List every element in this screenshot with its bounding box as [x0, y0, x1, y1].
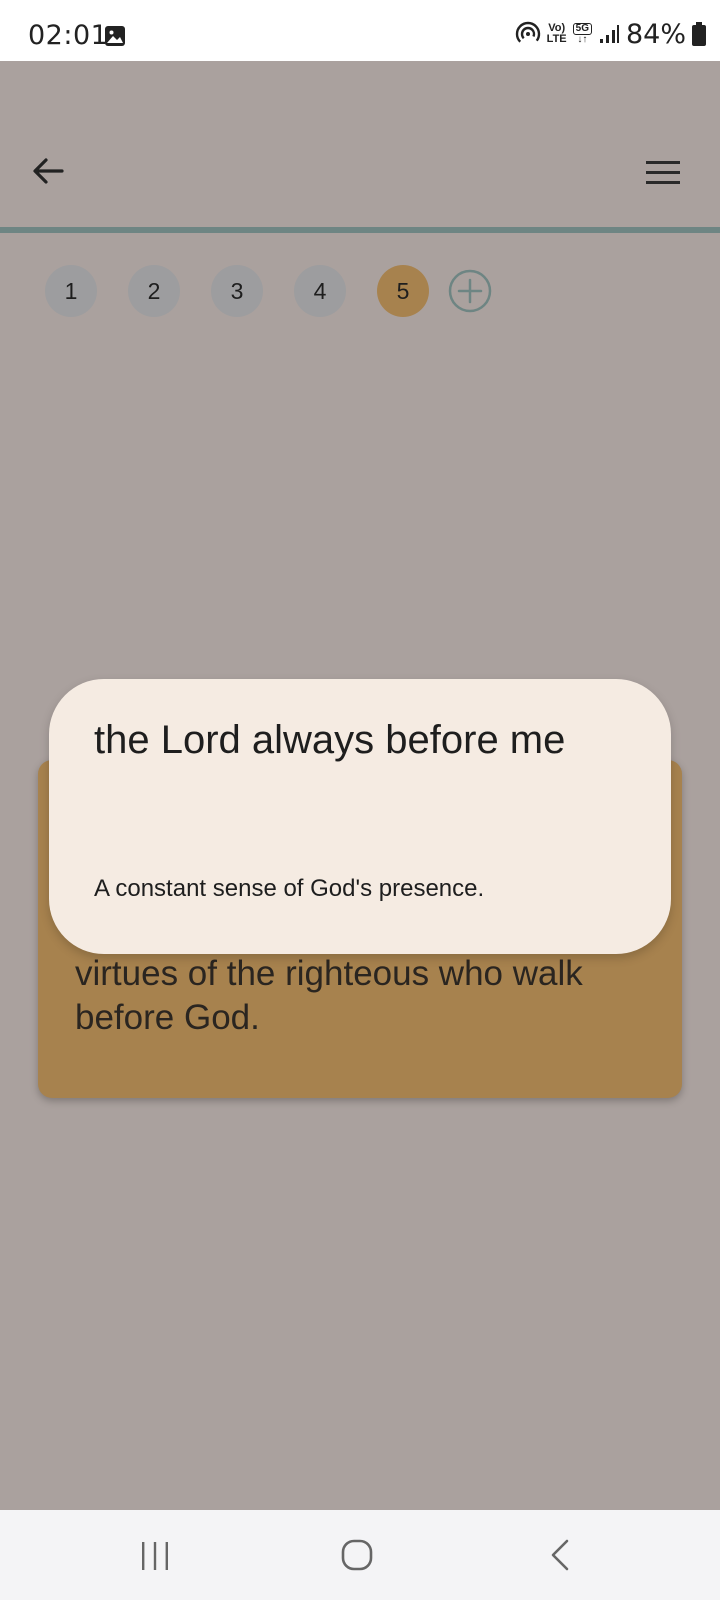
battery-icon: [692, 22, 706, 46]
page-tab-1[interactable]: 1: [45, 265, 97, 317]
page-tab-4[interactable]: 4: [294, 265, 346, 317]
popup-description: A constant sense of God's presence.: [94, 875, 485, 902]
popup-title: the Lord always before me: [94, 718, 566, 762]
recents-icon[interactable]: [138, 1540, 172, 1572]
home-icon[interactable]: [340, 1538, 374, 1572]
definition-popup[interactable]: the Lord always before me A constant sen…: [49, 679, 671, 954]
page-tabs: 1 2 3 4 5: [45, 265, 492, 317]
card-text: virtues of the righteous who walk before…: [75, 954, 583, 1037]
page-tab-2[interactable]: 2: [128, 265, 180, 317]
hotspot-icon: [515, 21, 540, 47]
arrow-left-icon[interactable]: [28, 151, 68, 191]
status-bar: 02:01 Vo) LTE 5G ↓↑ 84%: [0, 0, 720, 61]
lte-label: LTE: [546, 33, 567, 45]
5g-icon: 5G ↓↑: [572, 23, 592, 45]
battery-percent: 84%: [625, 18, 686, 50]
status-time: 02:01: [28, 20, 109, 51]
volte-icon: Vo) LTE: [547, 23, 567, 45]
gallery-icon: [105, 26, 125, 46]
status-icons: Vo) LTE 5G ↓↑ 84%: [515, 18, 706, 50]
signal-icon: [599, 25, 619, 43]
plus-circle-icon[interactable]: [448, 269, 492, 313]
app-bar: [0, 61, 720, 229]
back-icon[interactable]: [548, 1538, 572, 1572]
hamburger-menu-icon[interactable]: [644, 155, 684, 191]
navigation-bar: [0, 1510, 720, 1600]
app-bar-divider: [0, 227, 720, 233]
page-tab-5[interactable]: 5: [377, 265, 429, 317]
page-tab-3[interactable]: 3: [211, 265, 263, 317]
